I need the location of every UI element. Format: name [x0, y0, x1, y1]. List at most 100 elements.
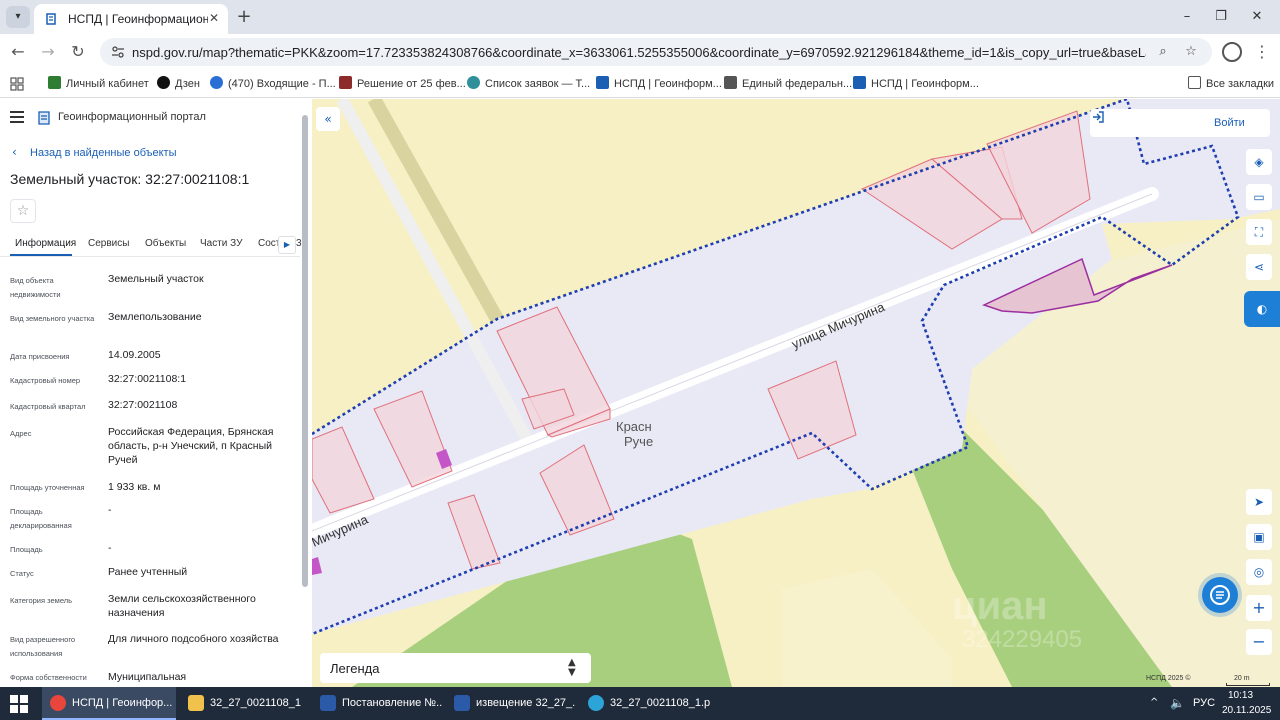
portal-title: Геоинформационный портал	[58, 111, 206, 123]
prop-label: Площадь декларированная	[10, 507, 72, 530]
taskbar-item-edge[interactable]: 32_27_0021108_1.p...	[580, 687, 710, 720]
taskbar-label: НСПД | Геоинфор...	[72, 697, 173, 709]
chevron-left-icon[interactable]: ‹	[12, 145, 17, 159]
prop-value: -	[108, 504, 112, 516]
volume-icon[interactable]: 🔈	[1170, 696, 1185, 710]
bookmark-label: (470) Входящие - П...	[228, 78, 336, 90]
zoom-icon[interactable]: ⌕	[1154, 43, 1172, 61]
panel-scrollbar[interactable]	[302, 115, 308, 587]
prop-label: Форма собственности	[10, 673, 87, 682]
url-text: nspd.gov.ru/map?thematic=PKK&zoom=17.723…	[132, 45, 1146, 60]
prop-value: Российская Федерация, Брянская область, …	[108, 426, 274, 466]
share-icon[interactable]: ⋖	[1246, 254, 1272, 280]
windows-start-icon[interactable]	[10, 695, 28, 713]
bookmark-item[interactable]: Дзен	[157, 75, 200, 93]
prop-value: 14.09.2005	[108, 349, 161, 361]
address-bar[interactable]: nspd.gov.ru/map?thematic=PKK&zoom=17.723…	[100, 38, 1212, 66]
chrome-icon	[50, 695, 66, 711]
taskbar-item-word[interactable]: Постановление №...	[312, 687, 442, 720]
bookmark-item[interactable]: Личный кабинет	[48, 75, 149, 93]
bookmark-label: Список заявок — Т...	[485, 78, 591, 90]
bookmark-label: НСПД | Геоинформ...	[871, 78, 979, 90]
bookmark-item[interactable]: Список заявок — Т...	[467, 75, 590, 93]
tab-info[interactable]: Информация	[15, 238, 76, 249]
clock-date[interactable]: 20.11.2025	[1222, 705, 1271, 716]
tab-objects[interactable]: Объекты	[145, 238, 186, 249]
assistant-icon[interactable]: ◐	[1244, 291, 1280, 327]
ruler-icon[interactable]: ▭	[1246, 184, 1272, 210]
prop-label: Вид разрешенного использования	[10, 635, 76, 658]
prop-value: Муниципальная	[108, 671, 187, 683]
prop-label: Вид объекта недвижимости	[10, 276, 61, 299]
bookmark-item[interactable]: Решение от 25 фев...	[339, 75, 466, 93]
bookmarks-bar: Личный кабинет Дзен (470) Входящие - П..…	[0, 70, 1280, 98]
print-icon[interactable]: ▣	[1246, 524, 1272, 550]
search-location-icon[interactable]: ◎	[1246, 559, 1272, 585]
bookmark-item[interactable]: (470) Входящие - П...	[210, 75, 336, 93]
chat-icon[interactable]	[1202, 577, 1238, 613]
reload-icon[interactable]: ↻	[66, 40, 90, 64]
zoom-out-icon[interactable]: −	[1246, 629, 1272, 655]
taskbar-item-chrome[interactable]: НСПД | Геоинфор...	[42, 687, 176, 720]
prop-label: Кадастровый квартал	[10, 402, 86, 411]
favorite-star-icon[interactable]: ☆	[10, 199, 36, 223]
document-icon	[339, 76, 352, 89]
tray-expand-icon[interactable]: ^	[1150, 697, 1158, 708]
scale-label: 20 m	[1234, 675, 1250, 682]
svg-text:циан: циан	[952, 584, 1048, 628]
select-area-icon[interactable]: ⛶	[1246, 219, 1272, 245]
browser-toolbar: ← → ↻ nspd.gov.ru/map?thematic=PKK&zoom=…	[0, 34, 1280, 70]
prop-value: Ранее учтенный	[108, 566, 188, 578]
tab-close-icon[interactable]: ✕	[206, 10, 222, 26]
folder-icon	[188, 695, 204, 711]
tab-services[interactable]: Сервисы	[88, 238, 129, 249]
menu-icon[interactable]	[10, 111, 24, 123]
tab-list-button[interactable]: ▾	[6, 6, 30, 28]
prop-value: 32:27:0021108:1	[108, 373, 187, 385]
browser-menu-icon[interactable]: ⋮	[1254, 40, 1270, 64]
legend-dropdown[interactable]: Легенда ▲ ▼	[320, 653, 591, 683]
prop-label: Вид земельного участка	[10, 314, 95, 323]
mail-icon	[210, 76, 223, 89]
minimize-button[interactable]: –	[1176, 6, 1198, 28]
all-bookmarks[interactable]: Все закладки	[1188, 75, 1274, 93]
geolocation-icon[interactable]: ➤	[1246, 489, 1272, 515]
clock-time[interactable]: 10:13	[1228, 690, 1253, 701]
window-close-button[interactable]: ✕	[1246, 6, 1268, 28]
apps-icon[interactable]	[10, 77, 24, 91]
layers-icon[interactable]: ◈	[1246, 149, 1272, 175]
back-to-results-link[interactable]: Назад в найденные объекты	[30, 147, 177, 159]
word-icon	[320, 695, 336, 711]
language-indicator[interactable]: РУС	[1193, 697, 1215, 709]
zoom-in-icon[interactable]: +	[1246, 595, 1272, 621]
bookmark-item[interactable]: Единый федеральн...	[724, 75, 852, 93]
map-graphics: циан 324229405 улица Мичурина Мичурина К…	[312, 99, 1280, 687]
prop-label: Адрес	[10, 429, 32, 438]
forward-arrow-icon[interactable]: →	[36, 40, 60, 64]
site-info-icon[interactable]	[110, 44, 126, 60]
taskbar-label: Постановление №...	[342, 697, 442, 709]
login-button[interactable]: Войти	[1090, 109, 1270, 137]
tabs-next-icon[interactable]: ▶	[278, 236, 296, 254]
dzen-icon	[157, 76, 170, 89]
bookmark-item[interactable]: НСПД | Геоинформ...	[853, 75, 979, 93]
bookmark-label: Единый федеральн...	[742, 78, 853, 90]
bookmark-label: Дзен	[175, 78, 200, 90]
browser-tab-active[interactable]: НСПД | Геоинформационный ✕	[34, 4, 228, 34]
tab-parts[interactable]: Части ЗУ	[200, 238, 242, 249]
bookmark-item[interactable]: НСПД | Геоинформ...	[596, 75, 722, 93]
collapse-panel-icon[interactable]: «	[316, 107, 340, 131]
maximize-button[interactable]: ❐	[1210, 6, 1232, 28]
back-arrow-icon[interactable]: ←	[6, 40, 30, 64]
profile-icon[interactable]	[1222, 42, 1242, 62]
taskbar-item-folder[interactable]: 32_27_0021108_1	[180, 687, 310, 720]
prop-value: -	[108, 542, 112, 554]
taskbar-label: извещение 32_27_...	[476, 697, 576, 709]
login-label: Войти	[1214, 117, 1245, 129]
portal-logo-icon	[38, 111, 50, 125]
new-tab-button[interactable]: +	[234, 7, 254, 27]
bookmark-star-icon[interactable]: ☆	[1182, 43, 1200, 61]
prop-label: Дата присвоения	[10, 352, 70, 361]
taskbar-item-word[interactable]: извещение 32_27_...	[446, 687, 576, 720]
map-canvas[interactable]: циан 324229405 улица Мичурина Мичурина К…	[312, 99, 1280, 687]
